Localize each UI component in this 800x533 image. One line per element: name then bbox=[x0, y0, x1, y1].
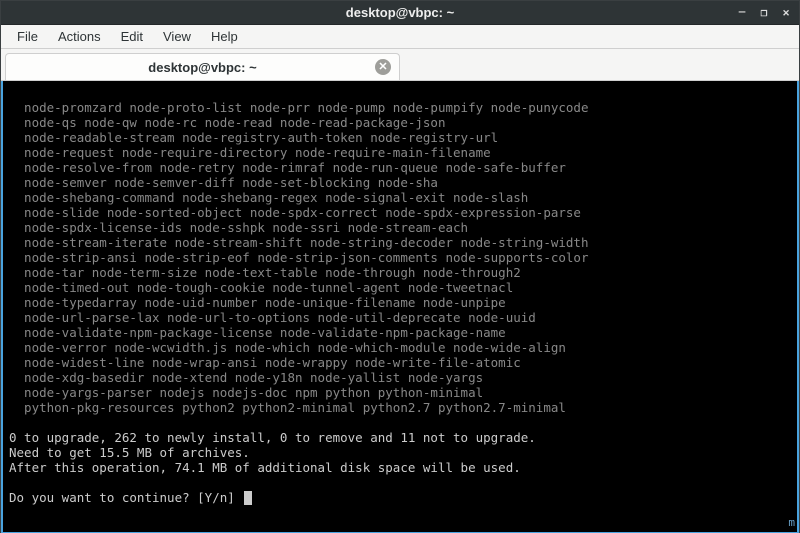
tab-bar: desktop@vbpc: ~ ✕ bbox=[1, 49, 799, 81]
package-line: node-stream-iterate node-stream-shift no… bbox=[9, 235, 791, 250]
watermark: m bbox=[788, 515, 795, 530]
menu-view[interactable]: View bbox=[153, 27, 201, 46]
summary-line: After this operation, 74.1 MB of additio… bbox=[9, 460, 791, 475]
package-line: node-qs node-qw node-rc node-read node-r… bbox=[9, 115, 791, 130]
window-controls: — ❐ ✕ bbox=[735, 1, 793, 25]
terminal-cursor bbox=[244, 491, 252, 505]
package-line: node-request node-require-directory node… bbox=[9, 145, 791, 160]
package-line: node-xdg-basedir node-xtend node-y18n no… bbox=[9, 370, 791, 385]
package-line: node-timed-out node-tough-cookie node-tu… bbox=[9, 280, 791, 295]
package-line: node-yargs-parser nodejs nodejs-doc npm … bbox=[9, 385, 791, 400]
menu-edit[interactable]: Edit bbox=[111, 27, 153, 46]
continue-prompt[interactable]: Do you want to continue? [Y/n] bbox=[9, 490, 242, 505]
menu-file[interactable]: File bbox=[7, 27, 48, 46]
minimize-button[interactable]: — bbox=[735, 7, 749, 19]
tab-close-icon[interactable]: ✕ bbox=[375, 59, 391, 75]
summary-line: 0 to upgrade, 262 to newly install, 0 to… bbox=[9, 430, 791, 445]
terminal-viewport[interactable]: node-promzard node-proto-list node-prr n… bbox=[1, 81, 799, 533]
maximize-button[interactable]: ❐ bbox=[757, 6, 771, 20]
close-window-button[interactable]: ✕ bbox=[779, 6, 793, 20]
package-line: node-promzard node-proto-list node-prr n… bbox=[9, 100, 791, 115]
package-line: node-semver node-semver-diff node-set-bl… bbox=[9, 175, 791, 190]
package-line: node-resolve-from node-retry node-rimraf… bbox=[9, 160, 791, 175]
package-line: node-validate-npm-package-license node-v… bbox=[9, 325, 791, 340]
summary-block: 0 to upgrade, 262 to newly install, 0 to… bbox=[9, 430, 791, 475]
package-line: node-typedarray node-uid-number node-uni… bbox=[9, 295, 791, 310]
package-line: python-pkg-resources python2 python2-min… bbox=[9, 400, 791, 415]
summary-line: Need to get 15.5 MB of archives. bbox=[9, 445, 791, 460]
package-line: node-readable-stream node-registry-auth-… bbox=[9, 130, 791, 145]
window-title: desktop@vbpc: ~ bbox=[346, 5, 454, 20]
tab-terminal-1[interactable]: desktop@vbpc: ~ ✕ bbox=[5, 53, 400, 80]
package-line: node-strip-ansi node-strip-eof node-stri… bbox=[9, 250, 791, 265]
package-list-block: node-promzard node-proto-list node-prr n… bbox=[9, 100, 791, 415]
menu-actions[interactable]: Actions bbox=[48, 27, 111, 46]
menubar: File Actions Edit View Help bbox=[1, 25, 799, 49]
tab-label: desktop@vbpc: ~ bbox=[148, 60, 256, 75]
menu-help[interactable]: Help bbox=[201, 27, 248, 46]
package-line: node-shebang-command node-shebang-regex … bbox=[9, 190, 791, 205]
package-line: node-url-parse-lax node-url-to-options n… bbox=[9, 310, 791, 325]
package-line: node-slide node-sorted-object node-spdx-… bbox=[9, 205, 791, 220]
package-line: node-widest-line node-wrap-ansi node-wra… bbox=[9, 355, 791, 370]
package-line: node-spdx-license-ids node-sshpk node-ss… bbox=[9, 220, 791, 235]
package-line: node-verror node-wcwidth.js node-which n… bbox=[9, 340, 791, 355]
package-line: node-tar node-term-size node-text-table … bbox=[9, 265, 791, 280]
window-titlebar: desktop@vbpc: ~ — ❐ ✕ bbox=[1, 1, 799, 25]
